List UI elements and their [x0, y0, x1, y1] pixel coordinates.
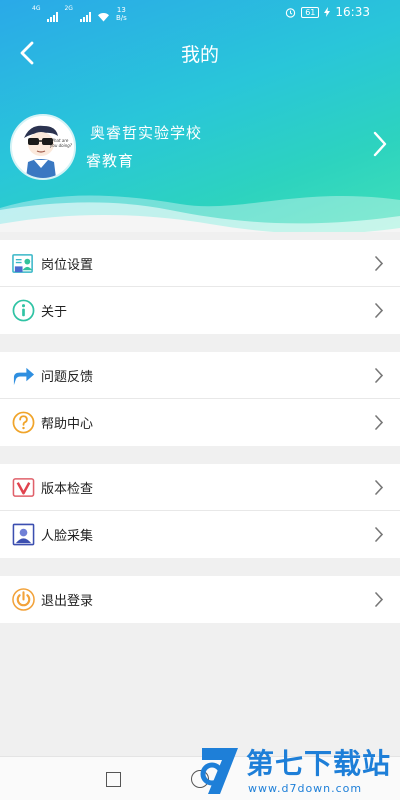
recent-apps-button[interactable]	[106, 772, 121, 787]
menu-item-version-check[interactable]: 版本检查	[0, 464, 400, 511]
chevron-right-icon	[373, 131, 387, 157]
page-title: 我的	[180, 44, 219, 66]
menu-item-label: 帮助中心	[41, 417, 94, 432]
speed-value: 13	[116, 6, 126, 14]
organization-name: 睿教育	[86, 152, 135, 170]
chevron-right-icon	[375, 527, 384, 542]
avatar-caption: What are you doing?	[50, 138, 72, 148]
wifi-icon	[97, 13, 109, 22]
chevron-right-icon	[375, 303, 384, 318]
menu-item-feedback[interactable]: 问题反馈	[0, 352, 400, 399]
profile-header: 4G 2G 13 B/s 61 16:33 我的 What are you do…	[0, 0, 400, 232]
profile-card[interactable]: What are you doing? 奥睿哲实验学校 睿教育	[0, 110, 400, 180]
chevron-right-icon	[375, 256, 384, 271]
menu-group: 岗位设置 关于	[0, 240, 400, 334]
face-capture-icon	[12, 523, 35, 546]
school-name: 奥睿哲实验学校	[90, 124, 203, 142]
chevron-right-icon	[375, 415, 384, 430]
id-card-icon	[12, 254, 33, 273]
menu-item-face-capture[interactable]: 人脸采集	[0, 511, 400, 558]
network-type-2: 2G	[64, 5, 73, 12]
alarm-icon	[286, 7, 296, 18]
watermark-url: www.d7down.com	[248, 782, 363, 795]
menu-item-label: 岗位设置	[41, 257, 94, 273]
charging-icon	[324, 7, 331, 17]
menu-item-help-center[interactable]: 帮助中心	[0, 399, 400, 446]
signal-icon	[47, 12, 59, 22]
menu-item-about[interactable]: 关于	[0, 287, 400, 334]
watermark: 第七下载站 www.d7down.com	[196, 742, 396, 800]
menu-item-label: 退出登录	[41, 594, 94, 609]
network-speed: 13 B/s	[116, 6, 127, 22]
signal-icon-2	[79, 12, 91, 22]
menu-group: 问题反馈 帮助中心	[0, 352, 400, 446]
menu-item-label: 人脸采集	[41, 529, 94, 544]
share-arrow-icon	[13, 367, 35, 386]
menu-group: 退出登录	[0, 576, 400, 623]
brand-logo-icon	[200, 748, 238, 794]
help-icon	[12, 411, 35, 434]
clock: 16:33	[335, 5, 370, 19]
speed-unit: B/s	[115, 14, 127, 22]
settings-menu: 岗位设置 关于 问题反馈 帮助中心 版本检查 人脸采集 退出登录	[0, 240, 400, 641]
status-bar: 4G 2G 13 B/s 61 16:33	[0, 0, 400, 26]
watermark-brand: 第七下载站	[246, 747, 392, 780]
chevron-right-icon	[375, 368, 384, 383]
menu-item-position-settings[interactable]: 岗位设置	[0, 240, 400, 287]
network-type-1: 4G	[32, 5, 41, 12]
header-wave	[0, 195, 400, 232]
chevron-right-icon	[375, 480, 384, 495]
menu-item-label: 关于	[41, 305, 68, 320]
info-icon	[12, 299, 35, 322]
battery-level: 61	[301, 6, 320, 18]
menu-item-label: 问题反馈	[41, 369, 94, 385]
power-icon	[12, 588, 35, 611]
menu-item-label: 版本检查	[41, 481, 94, 497]
chevron-right-icon	[375, 592, 384, 607]
avatar[interactable]: What are you doing?	[10, 114, 76, 180]
menu-group: 版本检查 人脸采集	[0, 464, 400, 558]
menu-item-logout[interactable]: 退出登录	[0, 576, 400, 623]
version-icon	[12, 478, 35, 497]
